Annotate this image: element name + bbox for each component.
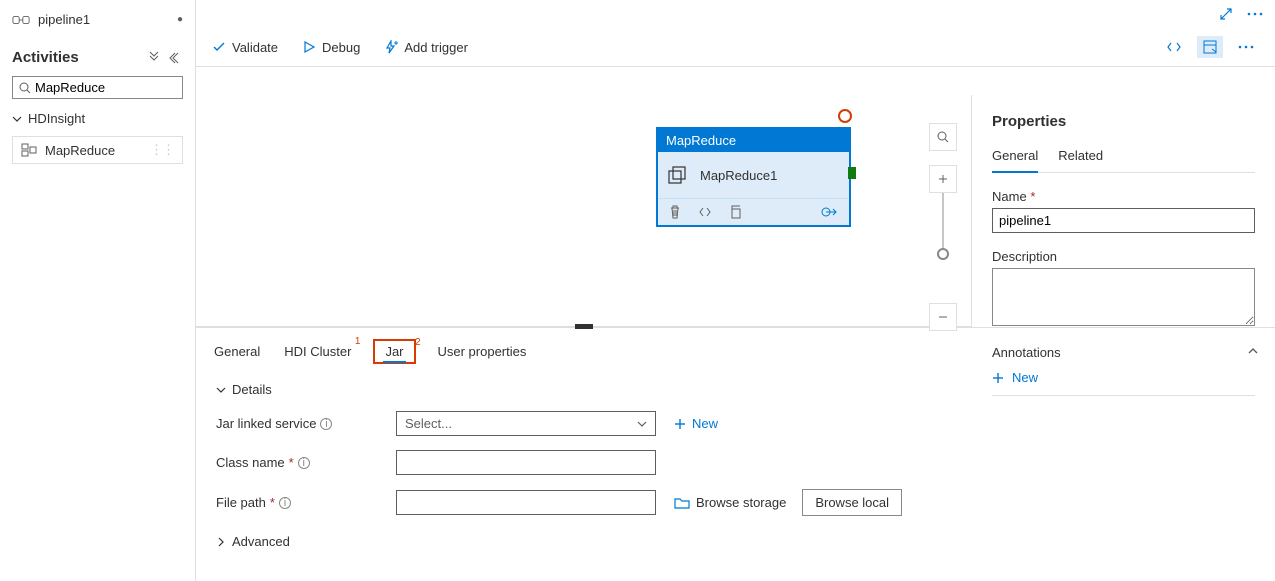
chevron-down-icon <box>216 385 226 395</box>
copy-icon[interactable] <box>728 205 742 219</box>
chevron-down-icon <box>637 419 647 429</box>
chevron-right-icon <box>216 537 226 547</box>
trigger-icon <box>384 40 398 54</box>
file-path-input[interactable] <box>396 490 656 515</box>
unsaved-indicator-icon: ● <box>177 14 183 25</box>
output-arrow-icon[interactable] <box>821 205 839 219</box>
name-label: Name * <box>992 189 1255 204</box>
mapreduce-icon <box>21 143 37 157</box>
browse-local-button[interactable]: Browse local <box>802 489 902 516</box>
node-name: MapReduce1 <box>700 168 777 183</box>
code-view-icon[interactable] <box>1161 36 1187 58</box>
add-trigger-button[interactable]: Add trigger <box>384 40 468 55</box>
pipeline-canvas[interactable]: MapReduce MapReduce1 <box>196 67 971 327</box>
props-tab-general[interactable]: General <box>992 148 1038 173</box>
node-header: MapReduce <box>658 129 849 152</box>
jar-linked-service-label: Jar linked service i <box>216 416 396 431</box>
details-toggle[interactable]: Details <box>216 382 1255 397</box>
name-input[interactable] <box>992 208 1255 233</box>
category-hdinsight[interactable]: HDInsight <box>12 111 183 126</box>
file-path-label: File path * i <box>216 495 396 510</box>
tab-jar[interactable]: Jar2 <box>373 339 415 364</box>
info-icon[interactable]: i <box>279 497 291 509</box>
jar-linked-service-select[interactable]: Select... <box>396 411 656 436</box>
zoom-in-button[interactable] <box>929 165 957 193</box>
debug-button[interactable]: Debug <box>302 40 360 55</box>
props-tab-related[interactable]: Related <box>1058 148 1103 172</box>
new-linked-service-button[interactable]: New <box>674 416 718 431</box>
chevron-down-icon <box>12 114 22 124</box>
pipeline-title[interactable]: pipeline1 <box>38 12 90 27</box>
collapse-all-icon[interactable] <box>147 51 161 65</box>
advanced-toggle[interactable]: Advanced <box>216 534 1255 549</box>
pipeline-icon <box>12 13 30 27</box>
activities-search[interactable] <box>12 76 183 99</box>
activities-sidebar: pipeline1 ● Activities HDIn <box>0 0 196 581</box>
properties-title: Properties <box>992 113 1255 130</box>
zoom-search-button[interactable] <box>929 123 957 151</box>
collapse-panel-icon[interactable] <box>169 51 183 65</box>
activities-heading: Activities <box>12 49 79 66</box>
node-type-icon <box>668 166 690 184</box>
drag-grip-icon: ⋮⋮ <box>150 142 174 158</box>
activity-node-mapreduce[interactable]: MapReduce MapReduce1 <box>656 127 851 227</box>
properties-view-icon[interactable] <box>1197 36 1223 58</box>
zoom-out-button[interactable] <box>929 303 957 331</box>
activities-search-input[interactable] <box>31 80 176 95</box>
check-icon <box>212 40 226 54</box>
plus-icon <box>674 418 686 430</box>
activity-mapreduce[interactable]: MapReduce ⋮⋮ <box>12 136 183 164</box>
zoom-slider[interactable] <box>942 193 944 253</box>
toolbar-more-icon[interactable] <box>1233 42 1259 52</box>
tab-user-properties[interactable]: User properties <box>436 340 529 363</box>
delete-icon[interactable] <box>668 205 682 219</box>
info-icon[interactable]: i <box>320 418 332 430</box>
expand-icon[interactable] <box>1219 7 1233 21</box>
browse-storage-button[interactable]: Browse storage <box>674 495 786 510</box>
code-icon[interactable] <box>698 205 712 219</box>
panel-resize-handle[interactable] <box>575 324 593 329</box>
description-label: Description <box>992 249 1255 264</box>
validation-error-icon[interactable] <box>838 109 852 123</box>
more-icon[interactable] <box>1247 12 1263 16</box>
description-input[interactable] <box>992 268 1255 326</box>
activity-settings-panel: General HDI Cluster1 Jar2 User propertie… <box>196 327 1275 581</box>
info-icon[interactable]: i <box>298 457 310 469</box>
class-name-label: Class name * i <box>216 455 396 470</box>
folder-icon <box>674 497 690 509</box>
properties-panel: Properties General Related Name * Descri… <box>971 95 1275 327</box>
node-output-handle[interactable] <box>848 167 856 179</box>
play-icon <box>302 40 316 54</box>
tab-hdi-cluster[interactable]: HDI Cluster1 <box>282 340 353 363</box>
collapse-settings-icon[interactable] <box>1247 345 1259 357</box>
tab-general[interactable]: General <box>212 340 262 363</box>
class-name-input[interactable] <box>396 450 656 475</box>
validate-button[interactable]: Validate <box>212 40 278 55</box>
zoom-thumb[interactable] <box>937 248 949 260</box>
search-icon <box>19 82 31 94</box>
